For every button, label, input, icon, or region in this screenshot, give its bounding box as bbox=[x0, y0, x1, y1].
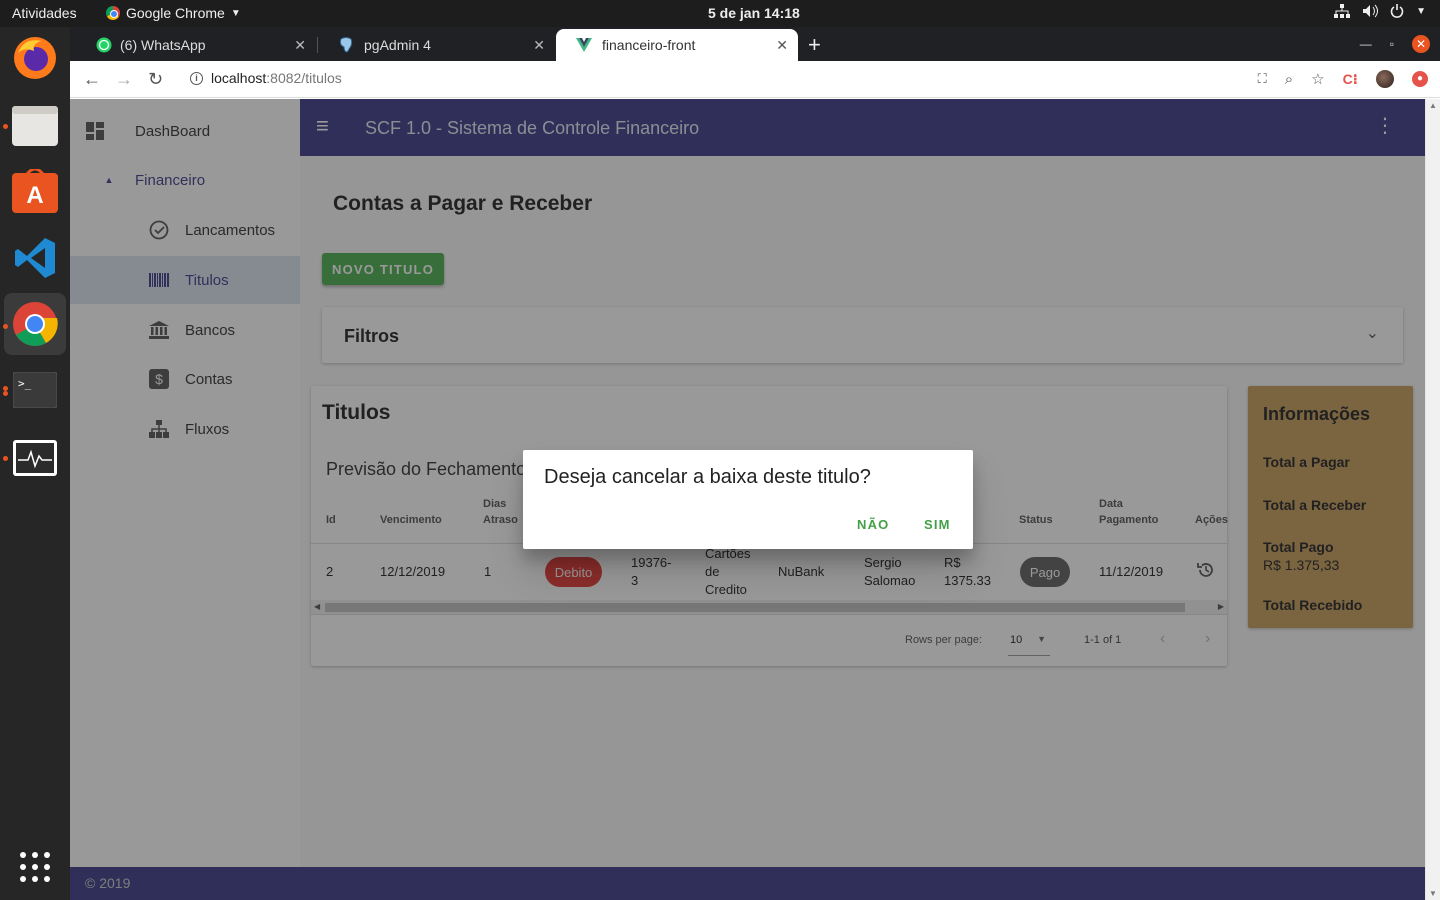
running-indicator bbox=[3, 456, 8, 461]
chrome-launcher[interactable] bbox=[4, 293, 66, 355]
back-button[interactable]: ← bbox=[83, 69, 101, 90]
profile-avatar[interactable] bbox=[1376, 70, 1394, 88]
close-tab-icon[interactable]: ✕ bbox=[294, 37, 306, 54]
firefox-icon bbox=[14, 37, 56, 79]
url-host: localhost bbox=[211, 70, 267, 86]
browser-toolbar: ← → ↻ i localhost:8082/titulos ⛶ ⌕ ☆ C⁝ … bbox=[70, 61, 1440, 98]
volume-icon bbox=[1363, 4, 1379, 18]
close-tab-icon[interactable]: ✕ bbox=[776, 37, 788, 54]
tab-pgadmin[interactable]: pgAdmin 4 ✕ bbox=[318, 29, 555, 61]
pgadmin-icon bbox=[339, 37, 353, 53]
terminal-launcher[interactable]: >_ bbox=[10, 365, 60, 415]
tab-whatsapp[interactable]: (6) WhatsApp ✕ bbox=[76, 29, 316, 61]
maximize-icon[interactable]: ▫ bbox=[1390, 37, 1394, 51]
svg-text:>_: >_ bbox=[18, 377, 32, 390]
chrome-icon bbox=[106, 6, 120, 20]
system-monitor-icon bbox=[13, 440, 57, 476]
extension-icon[interactable]: C⁝ bbox=[1343, 71, 1358, 88]
scroll-up-icon[interactable]: ▲ bbox=[1429, 101, 1437, 110]
toolbar-actions: ⛶ ⌕ ☆ C⁝ ● bbox=[1258, 70, 1428, 88]
tab-title: financeiro-front bbox=[602, 37, 696, 53]
show-applications-button[interactable] bbox=[10, 842, 60, 892]
system-top-bar: Atividades Google Chrome ▼ 5 de jan 14:1… bbox=[0, 0, 1440, 27]
chrome-window: (6) WhatsApp ✕ pgAdmin 4 ✕ financeiro-fr… bbox=[70, 27, 1440, 900]
tab-strip: (6) WhatsApp ✕ pgAdmin 4 ✕ financeiro-fr… bbox=[70, 27, 1440, 61]
url-path: :8082/titulos bbox=[266, 70, 342, 86]
vertical-scrollbar[interactable]: ▲ ▼ bbox=[1425, 99, 1440, 900]
tab-title: (6) WhatsApp bbox=[120, 37, 206, 53]
network-icon bbox=[1334, 4, 1351, 18]
translate-icon[interactable]: ⛶ bbox=[1258, 71, 1267, 87]
system-tray[interactable]: ▼ bbox=[1334, 4, 1426, 18]
vscode-launcher[interactable] bbox=[10, 233, 60, 283]
software-center-icon: A bbox=[12, 169, 58, 213]
software-launcher[interactable]: A bbox=[10, 166, 60, 216]
page-viewport: DashBoard ▲ Financeiro Lancamentos Titul… bbox=[70, 99, 1425, 900]
address-bar[interactable]: i localhost:8082/titulos bbox=[190, 70, 342, 86]
dock: A >_ bbox=[0, 27, 70, 900]
terminal-icon: >_ bbox=[13, 372, 57, 408]
vue-icon bbox=[576, 38, 592, 52]
dialog-question: Deseja cancelar a baixa deste titulo? bbox=[544, 466, 871, 488]
close-window-icon[interactable]: ✕ bbox=[1412, 35, 1430, 53]
clock[interactable]: 5 de jan 14:18 bbox=[708, 5, 800, 21]
tab-title: pgAdmin 4 bbox=[364, 37, 431, 53]
yes-button[interactable]: SIM bbox=[924, 517, 951, 532]
chevron-down-icon: ▼ bbox=[1416, 5, 1426, 17]
whatsapp-icon bbox=[96, 37, 112, 53]
chrome-icon bbox=[13, 302, 58, 346]
scroll-down-icon[interactable]: ▼ bbox=[1429, 889, 1437, 898]
app-menu[interactable]: Google Chrome ▼ bbox=[106, 5, 241, 21]
bookmark-star-icon[interactable]: ☆ bbox=[1311, 70, 1324, 88]
window-controls: — ▫ ✕ bbox=[1360, 35, 1430, 53]
firefox-launcher[interactable] bbox=[10, 33, 60, 83]
app-menu-label: Google Chrome bbox=[126, 5, 225, 21]
files-launcher[interactable] bbox=[10, 101, 60, 151]
minimize-icon[interactable]: — bbox=[1360, 37, 1372, 51]
app-grid-icon bbox=[20, 852, 50, 882]
running-indicator bbox=[3, 391, 8, 396]
update-icon[interactable]: ● bbox=[1412, 71, 1428, 87]
tab-financeiro-front[interactable]: financeiro-front ✕ bbox=[556, 29, 798, 61]
close-tab-icon[interactable]: ✕ bbox=[533, 37, 545, 54]
activities-button[interactable]: Atividades bbox=[12, 5, 77, 21]
no-button[interactable]: NÃO bbox=[857, 517, 890, 532]
system-monitor-launcher[interactable] bbox=[10, 433, 60, 483]
running-indicator bbox=[3, 324, 8, 329]
svg-text:A: A bbox=[26, 182, 43, 209]
folder-icon bbox=[12, 106, 58, 146]
zoom-icon[interactable]: ⌕ bbox=[1285, 71, 1293, 88]
info-icon[interactable]: i bbox=[190, 71, 203, 85]
power-icon bbox=[1390, 4, 1404, 18]
chevron-down-icon: ▼ bbox=[230, 7, 241, 19]
forward-button[interactable]: → bbox=[115, 69, 133, 90]
confirm-dialog: Deseja cancelar a baixa deste titulo? NÃ… bbox=[523, 450, 973, 549]
vscode-icon bbox=[15, 238, 55, 278]
new-tab-button[interactable]: + bbox=[808, 32, 821, 58]
reload-button[interactable]: ↻ bbox=[148, 69, 163, 90]
running-indicator bbox=[3, 124, 8, 129]
